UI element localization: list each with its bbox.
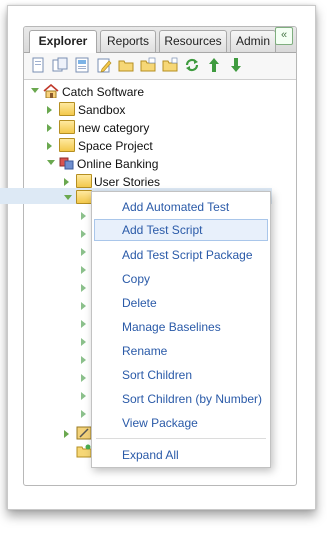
- tree-node[interactable]: [64, 425, 94, 443]
- expander-closed-icon[interactable]: [81, 230, 86, 238]
- refresh-icon[interactable]: [184, 57, 200, 73]
- expander-closed-icon[interactable]: [81, 320, 86, 328]
- menu-item-copy[interactable]: Copy: [94, 268, 268, 290]
- menu-item-rename[interactable]: Rename: [94, 340, 268, 362]
- folder-icon: [76, 174, 92, 188]
- expander-open-icon[interactable]: [31, 88, 39, 93]
- tree-label: new category: [78, 121, 150, 135]
- tab-reports[interactable]: Reports: [100, 30, 156, 52]
- arrow-up-icon[interactable]: [206, 57, 222, 73]
- menu-item-view-package[interactable]: View Package: [94, 412, 268, 434]
- tab-explorer[interactable]: Explorer: [29, 30, 97, 53]
- tree-label: Sandbox: [78, 103, 126, 117]
- expander-closed-icon[interactable]: [81, 302, 86, 310]
- folder-icon: [59, 120, 75, 134]
- tree-node-selected[interactable]: [64, 190, 94, 208]
- edit-icon[interactable]: [96, 57, 112, 73]
- tree-label: Catch Software: [62, 85, 145, 99]
- folder-icon: [59, 138, 75, 152]
- expander-closed-icon[interactable]: [81, 284, 86, 292]
- tab-resources[interactable]: Resources: [159, 30, 227, 52]
- arrow-down-icon[interactable]: [228, 57, 244, 73]
- expander-closed-icon[interactable]: [81, 374, 86, 382]
- expander-closed-icon[interactable]: [81, 212, 86, 220]
- view-icon[interactable]: [74, 57, 90, 73]
- folder-icon[interactable]: [118, 57, 134, 73]
- menu-item-delete[interactable]: Delete: [94, 292, 268, 314]
- menu-item-manage-baselines[interactable]: Manage Baselines: [94, 316, 268, 338]
- home-icon: [43, 84, 59, 98]
- tree-node[interactable]: Sandbox: [47, 101, 247, 119]
- new-page-icon[interactable]: [30, 57, 46, 73]
- tab-admin[interactable]: Admin: [230, 30, 276, 52]
- test-package-icon: [76, 426, 92, 440]
- folder-move-icon[interactable]: [162, 57, 178, 73]
- tree-node[interactable]: Space Project: [47, 137, 247, 155]
- menu-separator: [96, 438, 266, 439]
- expander-closed-icon[interactable]: [81, 392, 86, 400]
- copy-icon[interactable]: [52, 57, 68, 73]
- tree-node[interactable]: new category: [47, 119, 247, 137]
- context-menu: Add Automated Test Add Test Script Add T…: [91, 191, 271, 468]
- expander-closed-icon[interactable]: [47, 142, 52, 150]
- tab-bar: Explorer Reports Resources Admin: [24, 27, 296, 53]
- expander-closed-icon[interactable]: [64, 430, 69, 438]
- tree-node-root[interactable]: Catch Software: [31, 83, 231, 101]
- expander-open-icon[interactable]: [47, 160, 55, 165]
- menu-item-expand-all[interactable]: Expand All: [94, 444, 268, 466]
- tree-label: Online Banking: [77, 157, 159, 171]
- expander-closed-icon[interactable]: [81, 338, 86, 346]
- folder-star-icon: [76, 444, 92, 458]
- expander-closed-icon[interactable]: [81, 410, 86, 418]
- expander-closed-icon[interactable]: [81, 248, 86, 256]
- toolbar: [24, 53, 296, 80]
- expander-closed-icon[interactable]: [64, 178, 69, 186]
- project-icon: [59, 157, 74, 170]
- tree-node[interactable]: User Stories: [64, 173, 264, 191]
- folder-icon: [59, 102, 75, 116]
- tree-label: User Stories: [94, 175, 161, 189]
- menu-item-sort-children[interactable]: Sort Children: [94, 364, 268, 386]
- expander-closed-icon[interactable]: [47, 106, 52, 114]
- expander-closed-icon[interactable]: [47, 124, 52, 132]
- tree-label: Space Project: [78, 139, 153, 153]
- tree-node[interactable]: [64, 443, 94, 461]
- expander-closed-icon[interactable]: [81, 356, 86, 364]
- collapse-panel-button[interactable]: «: [275, 27, 293, 45]
- menu-item-add-test-script-package[interactable]: Add Test Script Package: [94, 244, 268, 266]
- expander-closed-icon[interactable]: [81, 266, 86, 274]
- menu-item-add-automated-test[interactable]: Add Automated Test: [94, 196, 268, 218]
- menu-item-add-test-script[interactable]: Add Test Script: [94, 219, 268, 241]
- folder-icon: [76, 190, 92, 204]
- expander-open-icon[interactable]: [64, 195, 72, 200]
- tree-node[interactable]: Online Banking: [47, 155, 247, 173]
- menu-item-sort-children-by-number[interactable]: Sort Children (by Number): [94, 388, 268, 410]
- folder-add-icon[interactable]: [140, 57, 156, 73]
